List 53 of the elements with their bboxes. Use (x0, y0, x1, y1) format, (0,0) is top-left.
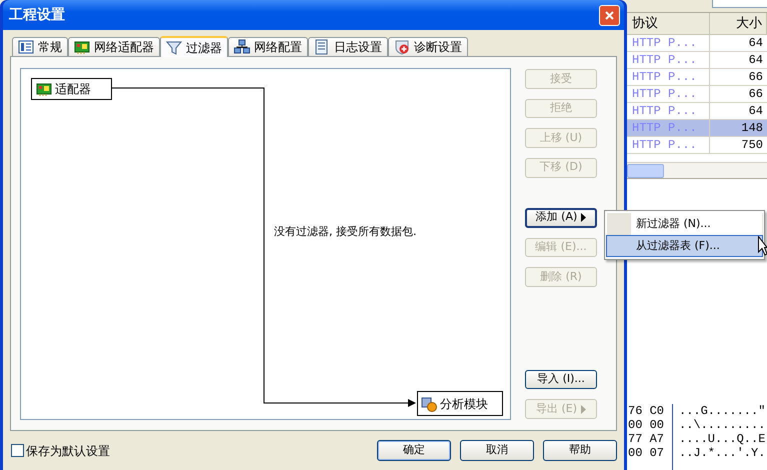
ascii-text: ..J.*...'.Y. (679, 446, 766, 460)
tab[interactable]: 过滤器 (160, 36, 228, 57)
menu-item[interactable]: 从过滤器表 (F)... (606, 235, 763, 257)
table-cell-text: 148 (740, 120, 764, 136)
tab[interactable]: 诊断设置 (388, 37, 468, 56)
column-header[interactable]: 大小 (710, 13, 767, 34)
caret-icon (581, 213, 586, 222)
hex-bytes: 00 00 (627, 418, 666, 432)
hex-bytes: 76 C0 (627, 404, 666, 418)
dialog-button[interactable]: 帮助 (543, 440, 617, 461)
list-icon (18, 39, 34, 55)
network-icon (234, 39, 250, 55)
close-button[interactable] (599, 4, 620, 26)
dialog-button[interactable]: 确定 (377, 440, 451, 461)
node-label: 适配器 (55, 81, 91, 98)
node-label: 分析模块 (440, 396, 488, 412)
ascii-text: ....U...Q..E (679, 432, 766, 446)
action-button[interactable]: 导入 (I)... (525, 370, 597, 390)
hex-bytes: 77 A7 (627, 432, 666, 446)
checkbox[interactable] (11, 444, 24, 457)
table-row[interactable]: HTTP P... 66 (627, 69, 767, 86)
table-row[interactable]: HTTP P... 64 (627, 35, 767, 52)
caret-icon (581, 404, 586, 414)
table-cell-text: 64 (748, 103, 764, 119)
cube-ball-icon (421, 396, 437, 412)
status-message: 没有过滤器, 接受所有数据包. (274, 224, 416, 240)
table-cell-text: 66 (748, 86, 764, 102)
ascii-text: ...G......." (679, 404, 766, 418)
hex-bytes: 00 07 (627, 446, 666, 460)
table-row[interactable]: HTTP P... 66 (627, 86, 767, 103)
tab[interactable]: 常规 (12, 37, 68, 56)
network-card-icon (36, 81, 52, 97)
dialog-button[interactable]: 取消 (460, 440, 534, 461)
table-cell-text: 750 (740, 137, 764, 153)
network-card-icon (74, 39, 90, 55)
table-cell-text: 66 (748, 69, 764, 85)
table-row[interactable]: HTTP P... 64 (627, 103, 767, 120)
table-cell-text: 64 (748, 35, 764, 51)
checkbox-label: 保存为默认设置 (26, 442, 110, 460)
tab[interactable]: 日志设置 (308, 37, 388, 56)
tab[interactable]: 网络配置 (228, 37, 308, 56)
close-icon (604, 10, 615, 20)
document-icon (314, 39, 330, 55)
horizontal-scrollbar[interactable] (627, 162, 767, 178)
tab[interactable]: 网络适配器 (68, 37, 160, 56)
ascii-text: ..\......... (679, 418, 766, 432)
table-cell-text: 64 (748, 52, 764, 68)
table-row[interactable]: HTTP P... 148 (627, 120, 767, 137)
table-row[interactable]: HTTP P... 750 (627, 137, 767, 154)
menu-item[interactable]: 新过滤器 (N)... (606, 213, 763, 235)
window-title: 工程设置 (9, 6, 65, 24)
action-button[interactable]: 添加 (A) (525, 208, 597, 228)
table-row[interactable]: HTTP P... 64 (627, 52, 767, 69)
